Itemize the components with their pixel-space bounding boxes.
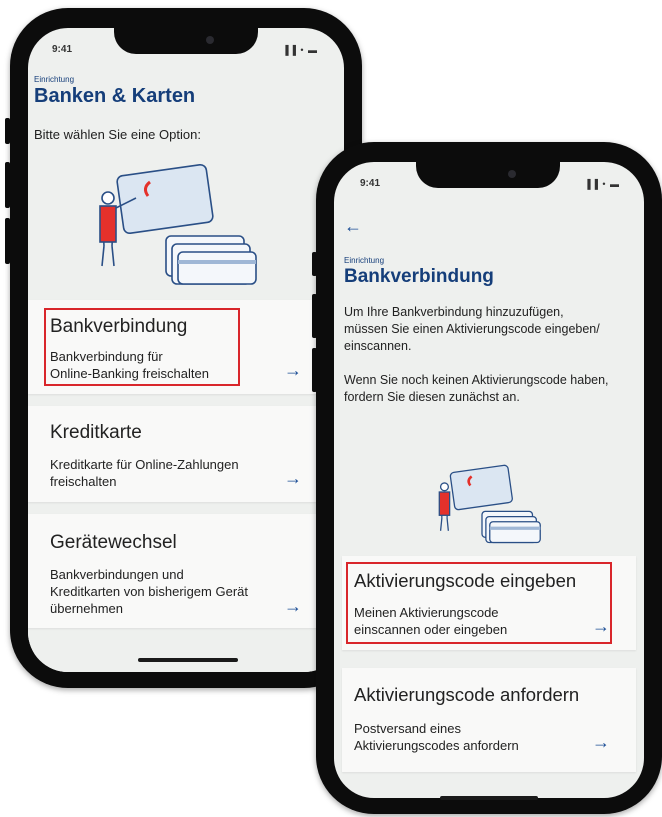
card-subtitle-line: Kreditkarten von bisherigem Gerät bbox=[50, 584, 248, 599]
side-button bbox=[312, 294, 317, 338]
phone-frame-1: 9:41 ▐▐ • ▬ Einrichtung Banken & Karten … bbox=[10, 8, 362, 688]
phone-frame-2: 9:41 ▐▐ • ▬ ← Einrichtung Bankverbindung… bbox=[316, 142, 662, 814]
screen-1: 9:41 ▐▐ • ▬ Einrichtung Banken & Karten … bbox=[28, 28, 344, 672]
overline-label: Einrichtung bbox=[344, 256, 385, 265]
intro-line: Um Ihre Bankverbindung hinzuzufügen, bbox=[344, 305, 564, 319]
option-prompt: Bitte wählen Sie eine Option: bbox=[34, 127, 201, 142]
arrow-right-icon: → bbox=[284, 596, 302, 616]
home-indicator[interactable] bbox=[138, 658, 238, 662]
side-button bbox=[312, 252, 317, 276]
intro-line: einscannen. bbox=[344, 339, 412, 353]
arrow-right-icon: → bbox=[284, 468, 302, 488]
card-subtitle-line: Bankverbindungen und bbox=[50, 567, 184, 582]
arrow-right-icon: → bbox=[592, 732, 610, 752]
notch bbox=[416, 160, 560, 188]
status-time: 9:41 bbox=[360, 178, 381, 189]
status-icons: ▐▐ • ▬ bbox=[584, 179, 620, 189]
side-button bbox=[5, 118, 10, 144]
camera-dot bbox=[206, 36, 214, 44]
intro-line: fordern Sie diesen zunächst an. bbox=[344, 390, 520, 404]
card-subtitle-line: freischalten bbox=[50, 474, 117, 489]
home-indicator[interactable] bbox=[440, 796, 538, 800]
card-title: Gerätewechsel bbox=[50, 532, 177, 553]
option-card-geraetewechsel[interactable]: Gerätewechsel Bankverbindungen und Kredi… bbox=[28, 514, 344, 628]
highlight-box bbox=[346, 562, 612, 644]
option-card-bankverbindung[interactable]: Bankverbindung Bankverbindung für Online… bbox=[28, 300, 344, 394]
side-button bbox=[312, 348, 317, 392]
card-subtitle-line: Kreditkarte für Online-Zahlungen bbox=[50, 457, 239, 472]
option-card-aktivierungscode-eingeben[interactable]: Aktivierungscode eingeben Meinen Aktivie… bbox=[342, 556, 636, 650]
card-title: Kreditkarte bbox=[50, 422, 142, 443]
card-title: Aktivierungscode anfordern bbox=[354, 684, 580, 705]
notch bbox=[114, 26, 258, 54]
card-illustration bbox=[438, 464, 541, 544]
side-button bbox=[5, 218, 10, 264]
option-card-aktivierungscode-anfordern[interactable]: Aktivierungscode anfordern Postversand e… bbox=[342, 668, 636, 772]
page-title: Banken & Karten bbox=[34, 85, 196, 107]
status-time: 9:41 bbox=[52, 44, 73, 55]
status-icons: ▐▐ • ▬ bbox=[282, 45, 318, 55]
camera-dot bbox=[508, 170, 516, 178]
arrow-right-icon: → bbox=[284, 360, 302, 380]
intro-line: müssen Sie einen Aktivierungscode eingeb… bbox=[344, 322, 600, 336]
side-button bbox=[5, 162, 10, 208]
overline-label: Einrichtung bbox=[34, 75, 75, 84]
page-title: Bankverbindung bbox=[344, 266, 494, 287]
highlight-box bbox=[44, 308, 240, 386]
card-illustration bbox=[99, 163, 257, 285]
arrow-left-icon[interactable]: ← bbox=[344, 216, 362, 237]
screen-2: 9:41 ▐▐ • ▬ ← Einrichtung Bankverbindung… bbox=[334, 162, 644, 798]
intro-line: Wenn Sie noch keinen Aktivierungscode ha… bbox=[344, 373, 609, 387]
card-subtitle-line: Aktivierungscodes anfordern bbox=[354, 738, 519, 753]
card-subtitle-line: Postversand eines bbox=[354, 721, 461, 736]
option-card-kreditkarte[interactable]: Kreditkarte Kreditkarte für Online-Zahlu… bbox=[28, 406, 344, 502]
card-subtitle-line: übernehmen bbox=[50, 601, 123, 616]
